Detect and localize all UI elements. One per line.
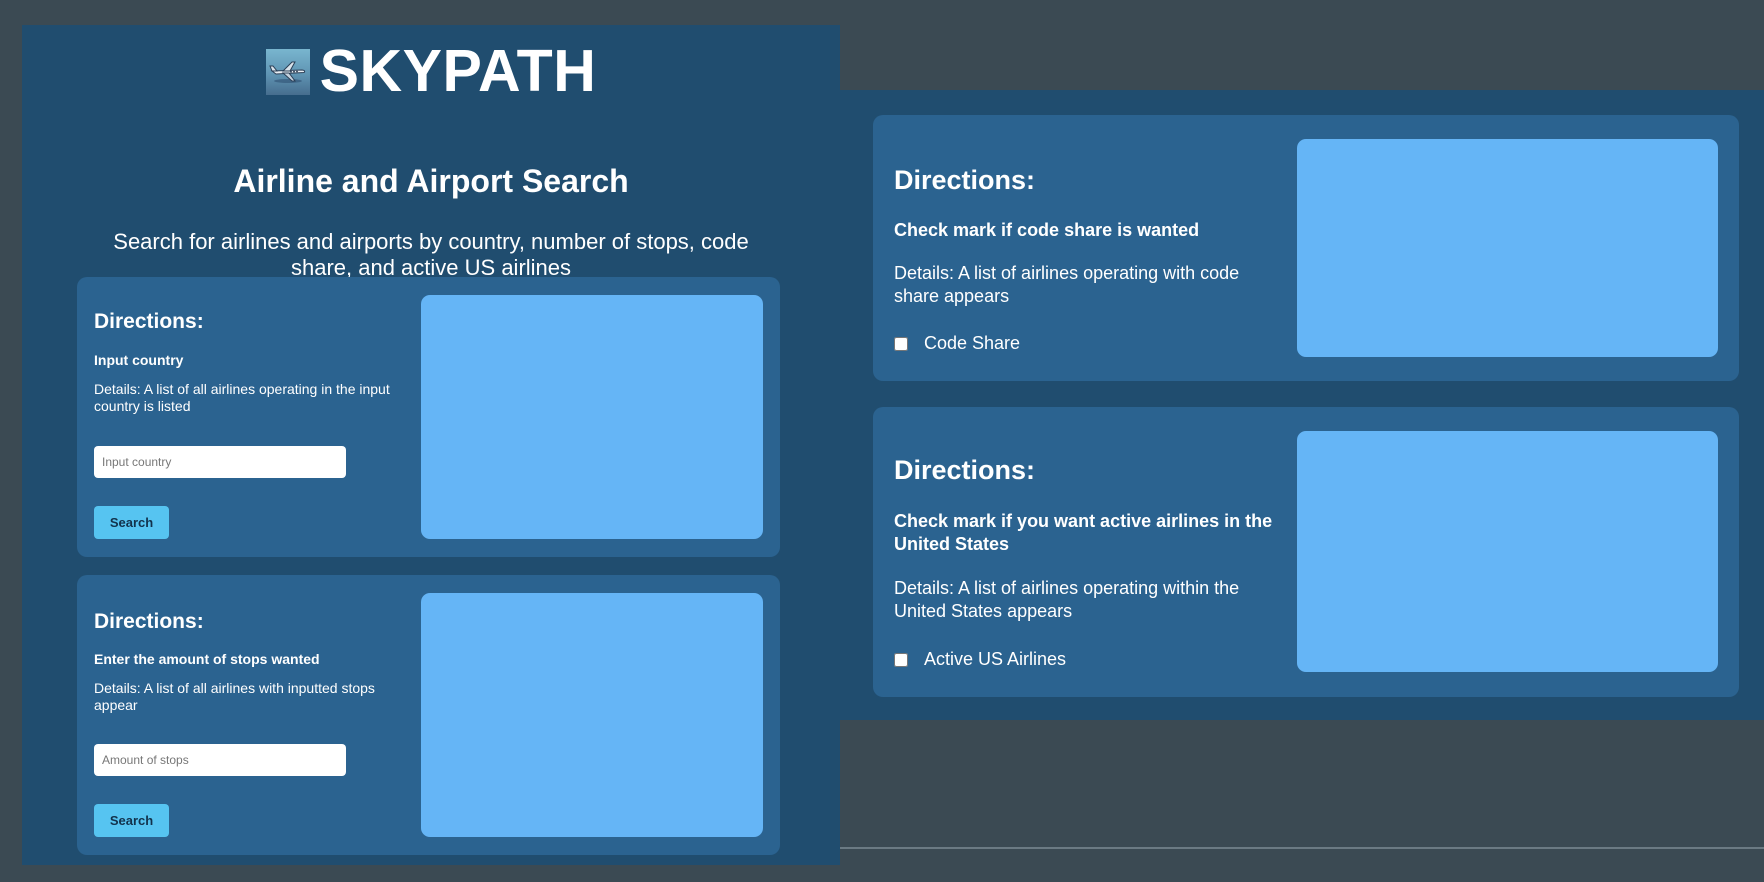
instruction-text: Check mark if code share is wanted — [894, 220, 1200, 240]
instruction-text: Input country — [94, 352, 184, 368]
instruction-text: Enter the amount of stops wanted — [94, 651, 320, 667]
directions-heading: Directions: — [894, 455, 1036, 485]
airplane-icon — [265, 49, 310, 95]
details-text: Details: A list of airlines operating wi… — [894, 263, 1240, 306]
left-panel: SKYPATH Airline and Airport Search Searc… — [22, 25, 840, 865]
active-us-label: Active US Airlines — [924, 649, 1067, 669]
codeshare-checkbox-row[interactable]: Code Share — [894, 333, 1020, 354]
country-search-button[interactable]: Search — [94, 506, 169, 539]
stops-input[interactable] — [94, 744, 346, 776]
right-panel: Directions: Check mark if code share is … — [840, 90, 1764, 720]
directions-heading: Directions: — [94, 310, 204, 333]
stops-results-box — [421, 593, 763, 837]
card-text: Directions: Check mark if code share is … — [894, 165, 1284, 308]
card-text: Directions: Enter the amount of stops wa… — [94, 610, 394, 714]
details-text: Details: A list of all airlines operatin… — [94, 381, 390, 414]
directions-heading: Directions: — [894, 165, 1036, 195]
details-text: Details: A list of airlines operating wi… — [894, 578, 1240, 621]
stops-search-button[interactable]: Search — [94, 804, 169, 837]
active-us-card: Directions: Check mark if you want activ… — [873, 407, 1739, 697]
instruction-text: Check mark if you want active airlines i… — [894, 511, 1273, 554]
card-text: Directions: Check mark if you want activ… — [894, 455, 1284, 623]
country-search-card: Directions: Input country Details: A lis… — [77, 277, 780, 557]
divider-line — [840, 847, 1764, 849]
codeshare-checkbox[interactable] — [894, 336, 908, 351]
codeshare-card: Directions: Check mark if code share is … — [873, 115, 1739, 381]
header: SKYPATH — [22, 41, 840, 100]
active-us-checkbox-row[interactable]: Active US Airlines — [894, 649, 1066, 670]
stops-search-card: Directions: Enter the amount of stops wa… — [77, 575, 780, 855]
directions-heading: Directions: — [94, 610, 204, 633]
details-text: Details: A list of all airlines with inp… — [94, 680, 375, 713]
page-subtitle: Search for airlines and airports by coun… — [113, 229, 749, 280]
active-us-results-box — [1297, 431, 1718, 672]
page-title: Airline and Airport Search — [233, 163, 629, 199]
country-results-box — [421, 295, 763, 539]
codeshare-label: Code Share — [924, 333, 1021, 353]
brand-name: SKYPATH — [319, 37, 597, 104]
active-us-checkbox[interactable] — [894, 652, 908, 667]
card-text: Directions: Input country Details: A lis… — [94, 310, 394, 415]
country-input[interactable] — [94, 446, 346, 478]
codeshare-results-box — [1297, 139, 1718, 357]
